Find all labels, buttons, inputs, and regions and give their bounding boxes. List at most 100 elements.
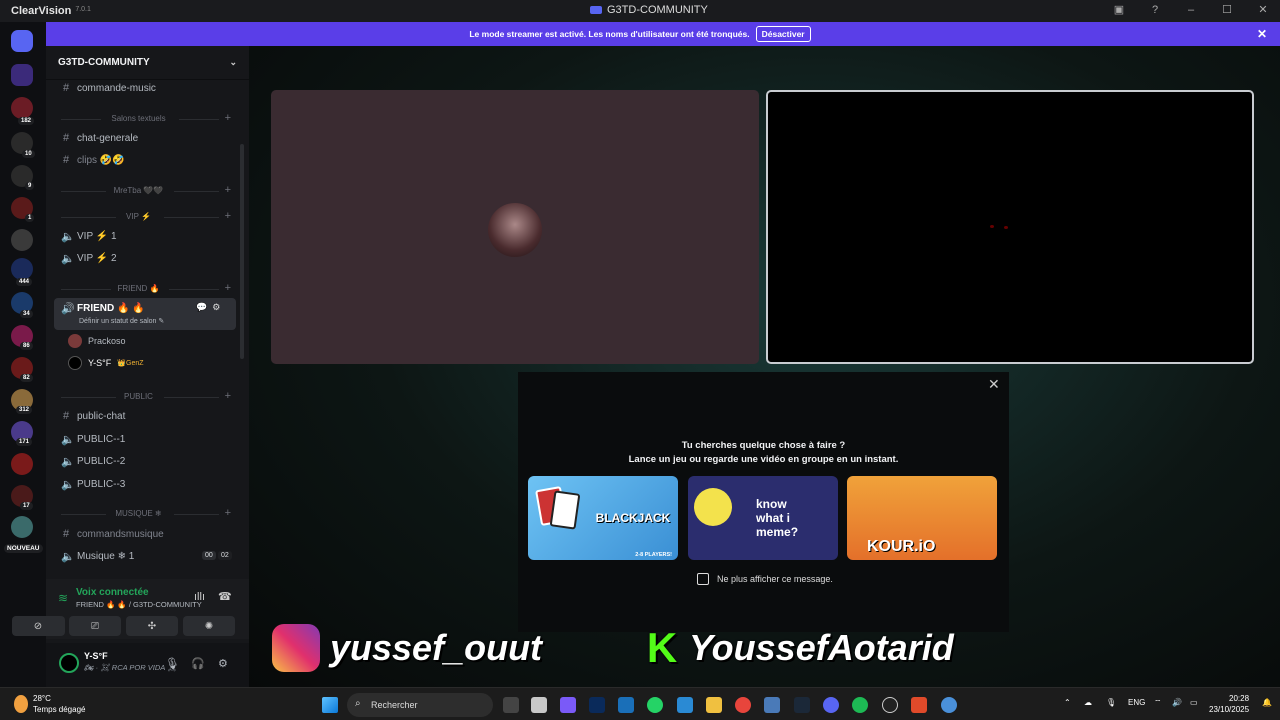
app-icon[interactable] bbox=[677, 697, 693, 713]
new-badge: NOUVEAU bbox=[4, 544, 43, 553]
channel-actions[interactable]: 💬⚙ bbox=[196, 302, 225, 313]
chrome-icon[interactable] bbox=[735, 697, 751, 713]
voice-connected-label[interactable]: Voix connectée bbox=[76, 587, 149, 598]
activity-card-kour-io[interactable]: KOUR.iO bbox=[847, 476, 997, 560]
app-icon[interactable] bbox=[560, 697, 576, 713]
close-banner-icon[interactable]: ✕ bbox=[1257, 27, 1267, 41]
steam-icon[interactable] bbox=[794, 697, 810, 713]
discord-icon[interactable] bbox=[823, 697, 839, 713]
channel-chat-generale[interactable]: # chat-generale bbox=[61, 132, 138, 144]
screen-share-button[interactable]: ⎚ bbox=[69, 616, 121, 636]
server-icon[interactable] bbox=[11, 258, 33, 280]
whatsapp-icon[interactable] bbox=[647, 697, 663, 713]
hashtag-icon: # bbox=[62, 82, 70, 94]
maximize-button[interactable]: ☐ bbox=[1220, 3, 1234, 16]
server-icon[interactable] bbox=[11, 64, 33, 86]
app-icon[interactable] bbox=[764, 697, 780, 713]
category-textuels[interactable]: Salons textuels + bbox=[46, 112, 231, 124]
channel-commande-music[interactable]: # commande-music bbox=[61, 82, 156, 94]
minimize-button[interactable]: – bbox=[1184, 4, 1198, 16]
channel-public-2[interactable]: 🔈 PUBLIC--2 bbox=[61, 455, 125, 468]
channel-public-chat[interactable]: # public-chat bbox=[61, 410, 125, 422]
wifi-icon[interactable]: ⌔ bbox=[1154, 698, 1162, 708]
server-icon[interactable] bbox=[11, 453, 33, 475]
inbox-icon[interactable]: ▣ bbox=[1112, 3, 1126, 16]
notification-icon[interactable]: 🔔 bbox=[1262, 698, 1272, 707]
headphones-icon[interactable]: 🎧 bbox=[191, 657, 205, 670]
language-indicator[interactable]: ENG bbox=[1128, 698, 1145, 707]
help-icon[interactable]: ? bbox=[1148, 4, 1162, 16]
app-name: ClearVision bbox=[11, 5, 72, 17]
noise-suppression-icon[interactable]: ıllı bbox=[194, 591, 205, 603]
sidebar-scrollbar[interactable] bbox=[240, 144, 244, 359]
server-icon[interactable] bbox=[11, 229, 33, 251]
channel-commandsmusique[interactable]: # commandsmusique bbox=[61, 528, 164, 540]
channel-vip-2[interactable]: 🔈 VIP ⚡ 2 bbox=[61, 252, 117, 265]
camera-off-button[interactable]: ⊘ bbox=[12, 616, 64, 636]
activity-card-blackjack[interactable]: BLACKJACK 2-8 PLAYERS! bbox=[528, 476, 678, 560]
vscode-icon[interactable] bbox=[618, 697, 634, 713]
window-title: G3TD-COMMUNITY bbox=[590, 4, 708, 16]
voice-user-ysf[interactable]: Y-S°F 👑GenZ bbox=[68, 356, 144, 370]
file-explorer-icon[interactable] bbox=[706, 697, 722, 713]
battery-icon[interactable]: ▭ bbox=[1190, 698, 1198, 707]
channel-public-1[interactable]: 🔈 PUBLIC--1 bbox=[61, 433, 125, 446]
add-channel-icon[interactable]: + bbox=[225, 282, 231, 294]
close-window-button[interactable]: ✕ bbox=[1256, 3, 1270, 16]
channel-label: commandsmusique bbox=[77, 528, 164, 540]
close-icon[interactable]: ✕ bbox=[988, 376, 1000, 393]
channel-musique-1[interactable]: 🔈 Musique ❄ 1 bbox=[61, 550, 134, 563]
photoshop-icon[interactable] bbox=[589, 697, 605, 713]
task-view-icon[interactable] bbox=[503, 697, 519, 713]
microphone-icon[interactable]: 🎙 bbox=[165, 657, 179, 670]
discord-home-icon[interactable] bbox=[11, 30, 33, 52]
disable-streamer-button[interactable]: Désactiver bbox=[755, 26, 811, 42]
weather-icon[interactable] bbox=[14, 695, 28, 713]
channel-clips[interactable]: # clips 🤣🤣 bbox=[61, 154, 125, 166]
network-tray-icon[interactable]: ☁ bbox=[1084, 698, 1092, 707]
add-channel-icon[interactable]: + bbox=[225, 390, 231, 402]
spotify-icon[interactable] bbox=[852, 697, 868, 713]
category-mretba[interactable]: MreTba 🖤🖤 + bbox=[46, 184, 231, 196]
soundboard-button[interactable]: ✺ bbox=[183, 616, 235, 636]
app-icon[interactable] bbox=[531, 697, 547, 713]
voice-location[interactable]: FRIEND 🔥 🔥 / G3TD-COMMUNITY bbox=[76, 600, 202, 609]
channel-public-3[interactable]: 🔈 PUBLIC--3 bbox=[61, 478, 125, 491]
voice-user-prackoso[interactable]: Prackoso bbox=[68, 334, 126, 348]
category-vip[interactable]: VIP ⚡ + bbox=[46, 210, 231, 222]
signal-icon[interactable]: ≋ bbox=[58, 591, 68, 605]
disconnect-icon[interactable]: ☎ bbox=[218, 590, 232, 603]
category-public[interactable]: PUBLIC + bbox=[46, 390, 231, 402]
participant-tile-ysf[interactable] bbox=[766, 90, 1254, 364]
avatar[interactable] bbox=[59, 653, 79, 673]
windows-start-icon[interactable] bbox=[322, 697, 338, 713]
add-channel-icon[interactable]: + bbox=[225, 112, 231, 124]
channel-vip-1[interactable]: 🔈 VIP ⚡ 1 bbox=[61, 230, 117, 243]
category-musique[interactable]: MUSIQUE ❄ + bbox=[46, 507, 231, 519]
add-channel-icon[interactable]: + bbox=[225, 507, 231, 519]
server-icon[interactable] bbox=[11, 516, 33, 538]
weather-widget[interactable]: 28°C Temps dégagé bbox=[33, 693, 85, 715]
tray-chevron-icon[interactable]: ⌃ bbox=[1064, 698, 1071, 707]
activities-button[interactable]: ✣ bbox=[126, 616, 178, 636]
channel-status-prompt[interactable]: Définir un statut de salon ✎ bbox=[79, 317, 164, 325]
channel-friend[interactable]: 🔊 FRIEND 🔥 🔥 bbox=[61, 302, 145, 315]
checkbox[interactable] bbox=[697, 573, 709, 585]
app-icon[interactable] bbox=[882, 697, 898, 713]
taskbar-search[interactable]: ⌕ Rechercher bbox=[347, 693, 493, 717]
dont-show-again[interactable]: Ne plus afficher ce message. bbox=[697, 573, 833, 585]
server-icon[interactable] bbox=[11, 97, 33, 119]
add-channel-icon[interactable]: + bbox=[225, 210, 231, 222]
mic-tray-icon[interactable]: 🎙 bbox=[1106, 698, 1116, 707]
participant-tile-prackoso[interactable] bbox=[271, 90, 759, 364]
server-header[interactable]: G3TD-COMMUNITY ⌄ bbox=[46, 46, 249, 80]
category-friend[interactable]: FRIEND 🔥 + bbox=[46, 282, 231, 294]
chrome-icon[interactable] bbox=[941, 697, 957, 713]
add-channel-icon[interactable]: + bbox=[225, 184, 231, 196]
gear-icon[interactable]: ⚙ bbox=[218, 657, 228, 670]
activity-card-know-what-i-meme[interactable]: know what i meme? bbox=[688, 476, 838, 560]
clock[interactable]: 20:28 23/10/2025 bbox=[1209, 693, 1249, 715]
username[interactable]: Y-S°F bbox=[84, 651, 108, 661]
app-icon[interactable] bbox=[911, 697, 927, 713]
volume-icon[interactable]: 🔊 bbox=[1172, 698, 1182, 707]
